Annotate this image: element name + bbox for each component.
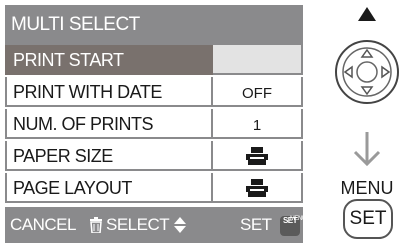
menu-item-label: PAGE LAYOUT [5,173,213,203]
menu-item-label: NUM. OF PRINTS [5,109,213,139]
select-label: SELECT [106,215,170,234]
menu-item-label: PRINT START [5,45,213,75]
printer-icon [246,179,268,198]
lcd-screen: MULTI SELECT PRINT START PRINT WITH DATE… [5,5,306,243]
menu-item-value: 1 [213,109,303,139]
trash-icon [90,217,102,233]
printer-icon [246,147,268,166]
menu-item-paper-size[interactable]: PAPER SIZE [5,141,303,171]
menu-item-print-start[interactable]: PRINT START [5,45,303,75]
menu-title: MULTI SELECT [5,5,303,45]
menu-item-value [213,45,303,75]
menu-item-print-with-date[interactable]: PRINT WITH DATE OFF [5,77,303,107]
set-label: SET [240,215,272,234]
cancel-label: CANCEL [10,215,76,234]
menu-button-label: MENU [340,178,394,198]
menu-set-button-icon: MENU SET [280,216,306,236]
menu-item-value: OFF [213,77,303,107]
menu-item-label: PAPER SIZE [5,141,213,171]
cursor-pad-icon[interactable] [332,5,402,125]
menu-item-page-layout[interactable]: PAGE LAYOUT [5,173,303,203]
set-button[interactable]: SET [343,199,393,239]
up-down-triangle-icon [174,217,186,233]
menu-item-value [213,173,303,203]
menu-item-label: PRINT WITH DATE [5,77,213,107]
help-bar: CANCEL SELECT SET MENU SET [5,207,306,243]
down-arrow-icon [353,132,381,167]
menu-item-value [213,141,303,171]
menu-item-num-of-prints[interactable]: NUM. OF PRINTS 1 [5,109,303,139]
